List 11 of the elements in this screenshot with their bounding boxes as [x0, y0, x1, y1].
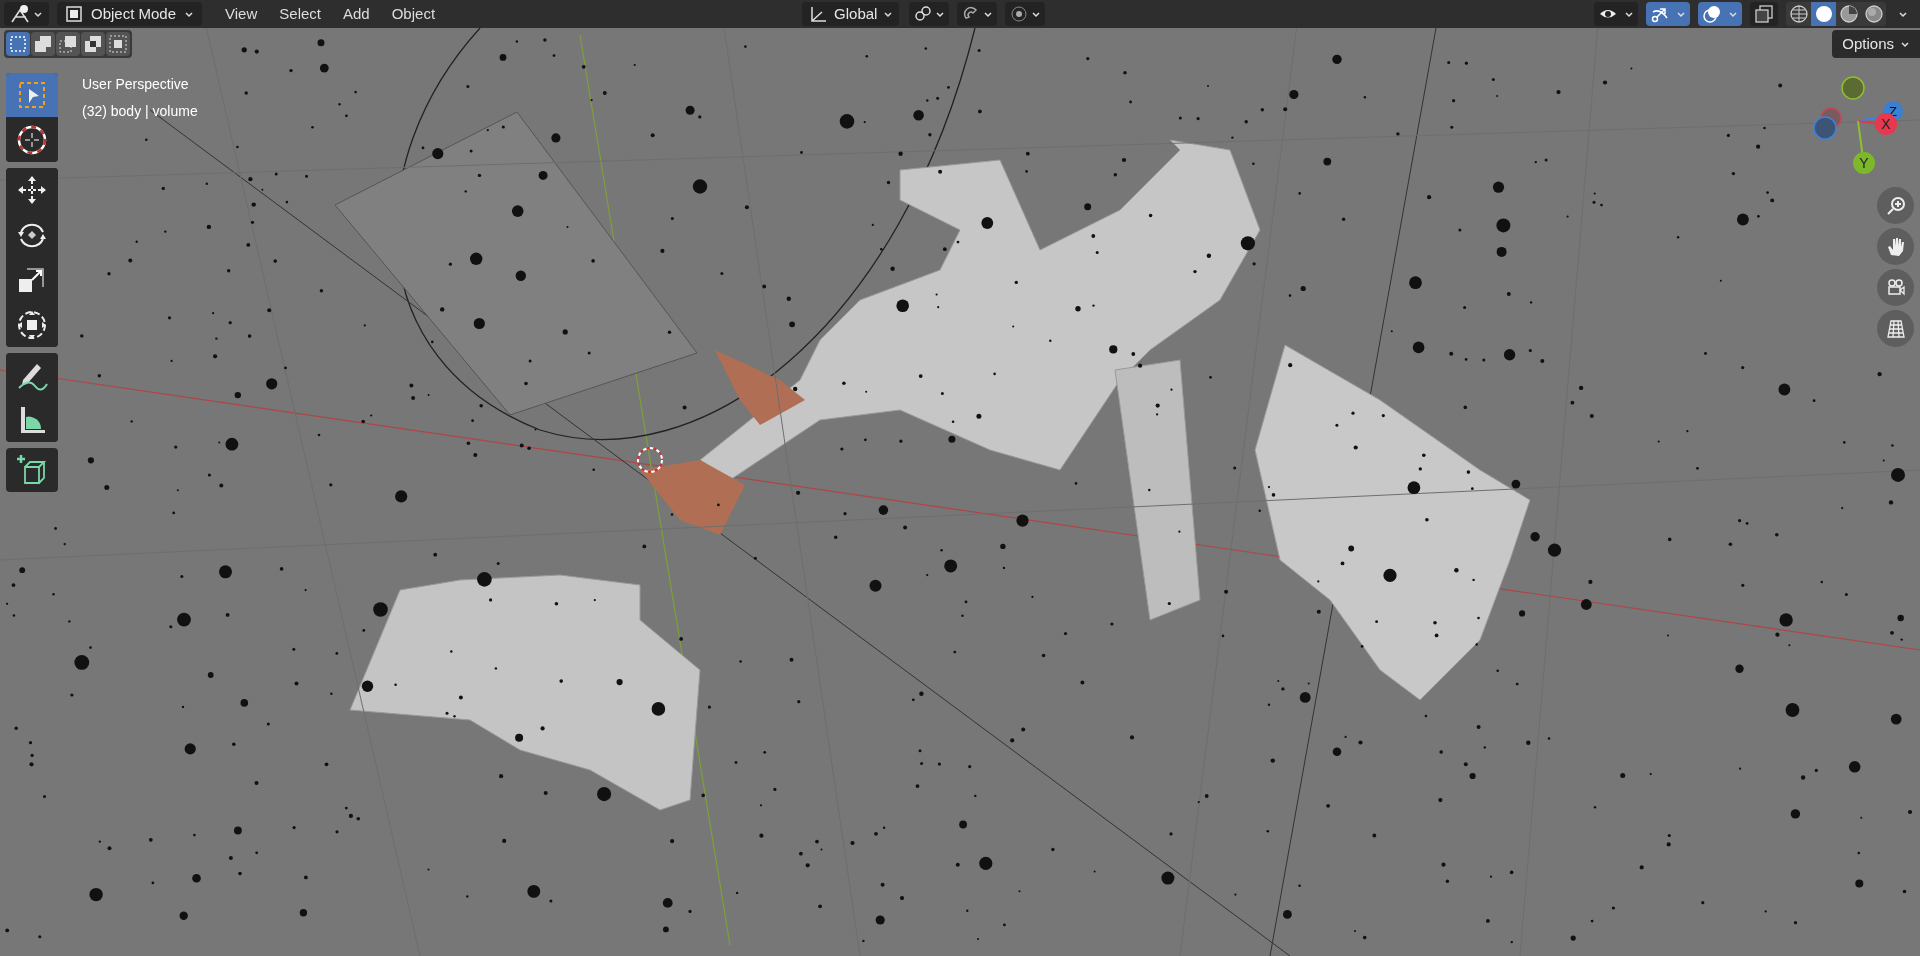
mode-dropdown[interactable]: Object Mode — [57, 2, 203, 26]
options-dropdown[interactable]: Options — [1832, 30, 1920, 58]
menu-item[interactable]: View — [216, 2, 267, 26]
menu-item[interactable]: Object — [382, 2, 445, 26]
menu-item[interactable]: Add — [334, 2, 379, 26]
view-name-label: User Perspective — [82, 75, 190, 94]
mode-label: Object Mode — [91, 3, 177, 24]
transform-orientation-dropdown[interactable]: Global — [802, 2, 900, 26]
menu-item[interactable]: Select — [270, 2, 330, 26]
object-info-label: (32) body | volume — [82, 102, 198, 121]
orientation-label: Global — [834, 3, 878, 24]
